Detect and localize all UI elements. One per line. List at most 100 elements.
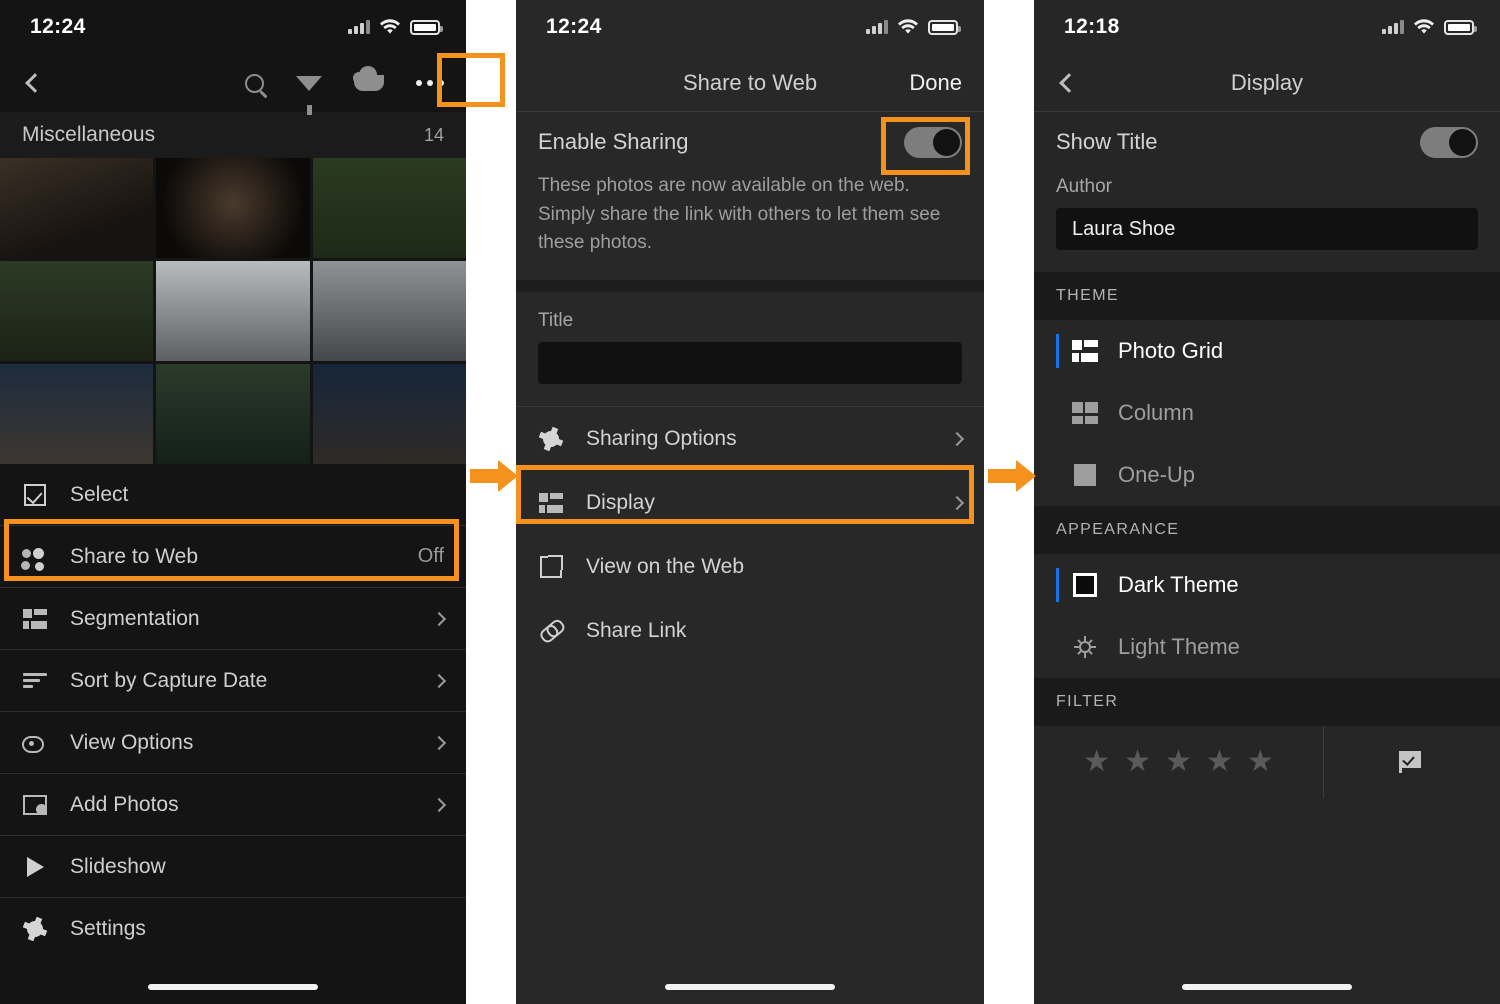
chevron-right-icon (431, 673, 447, 688)
home-indicator (148, 984, 318, 990)
section-heading-filter: FILTER (1034, 678, 1500, 726)
appearance-option-dark-theme[interactable]: Dark Theme (1034, 554, 1500, 616)
status-bar: 12:24 (516, 0, 984, 54)
one-up-icon (1070, 464, 1100, 486)
flag-filter[interactable] (1324, 751, 1500, 773)
star-5-icon[interactable]: ★ (1247, 747, 1274, 777)
photo-thumbnail[interactable] (156, 261, 310, 361)
menu-item-label: Add Photos (70, 792, 179, 816)
page-title: Display (1230, 69, 1304, 95)
status-time: 12:24 (546, 15, 602, 38)
menu-item-label: Settings (70, 917, 146, 940)
theme-option-label: Column (1118, 400, 1194, 425)
external-link-icon (538, 554, 564, 578)
menu-item-settings[interactable]: Settings (0, 898, 466, 960)
segmentation-icon (22, 608, 48, 629)
play-icon (22, 856, 48, 877)
photo-grid-icon (1070, 340, 1100, 362)
author-field-block: Author Laura Shoe (1034, 172, 1500, 272)
menu-item-view-on-the-web[interactable]: View on the Web (516, 535, 984, 599)
photo-thumbnail[interactable] (0, 261, 154, 361)
flag-check-icon[interactable] (1399, 751, 1425, 773)
menu-item-label: Sort by Capture Date (70, 668, 268, 692)
highlight-share-to-web-row (4, 519, 459, 581)
enable-sharing-description: These photos are now available on the we… (538, 175, 941, 253)
menu-item-label: Sharing Options (586, 426, 737, 450)
wifi-icon (898, 19, 918, 34)
menu-item-sharing-options[interactable]: Sharing Options (516, 407, 984, 471)
title-input[interactable] (538, 341, 962, 384)
chevron-right-icon (431, 735, 447, 750)
cellular-signal-icon (348, 20, 370, 34)
photo-thumbnail[interactable] (156, 364, 310, 464)
show-title-row[interactable]: Show Title (1056, 112, 1478, 172)
highlight-more-options-button (437, 53, 505, 107)
theme-option-one-up[interactable]: One-Up (1034, 444, 1500, 506)
menu-item-slideshow[interactable]: Slideshow (0, 836, 466, 898)
enable-sharing-label: Enable Sharing (538, 129, 689, 154)
photo-thumbnail[interactable] (156, 158, 310, 258)
nav-bar: Display (1034, 54, 1500, 112)
home-indicator (1182, 984, 1352, 990)
author-field-label: Author (1056, 176, 1112, 197)
theme-option-column[interactable]: Column (1034, 382, 1500, 444)
section-heading-appearance: APPEARANCE (1034, 506, 1500, 554)
menu-item-add-photos[interactable]: Add Photos (0, 774, 466, 836)
star-rating-filter[interactable]: ★ ★ ★ ★ ★ (1034, 726, 1324, 798)
star-4-icon[interactable]: ★ (1206, 747, 1233, 777)
cloud-icon[interactable] (353, 66, 384, 91)
star-3-icon[interactable]: ★ (1165, 747, 1192, 777)
done-button[interactable]: Done (909, 70, 962, 96)
photo-thumbnail[interactable] (312, 364, 466, 464)
sort-icon (22, 672, 48, 689)
menu-item-label: Slideshow (70, 854, 166, 878)
wifi-icon (380, 19, 400, 34)
wifi-icon (1414, 19, 1434, 34)
menu-item-select[interactable]: Select (0, 464, 466, 526)
appearance-option-light-theme[interactable]: Light Theme (1034, 616, 1500, 678)
menu-item-view-options[interactable]: View Options (0, 712, 466, 774)
title-field-label: Title (538, 309, 574, 331)
search-icon[interactable] (245, 73, 264, 93)
show-title-block: Show Title (1034, 112, 1500, 172)
author-input[interactable]: Laura Shoe (1056, 208, 1478, 250)
chevron-right-icon (949, 431, 965, 446)
selected-indicator (1056, 334, 1059, 368)
appearance-options: Dark Theme Light Theme (1034, 554, 1500, 678)
section-divider (516, 279, 984, 292)
star-2-icon[interactable]: ★ (1124, 747, 1151, 777)
menu-item-segmentation[interactable]: Segmentation (0, 588, 466, 650)
selected-indicator (1056, 568, 1059, 602)
sun-icon (1070, 636, 1100, 658)
theme-option-photo-grid[interactable]: Photo Grid (1034, 320, 1500, 382)
highlight-enable-sharing-toggle (881, 117, 970, 175)
status-bar: 12:18 (1034, 0, 1500, 54)
cellular-signal-icon (1382, 20, 1404, 34)
filter-icon[interactable] (296, 75, 322, 115)
theme-options: Photo Grid Column One-Up (1034, 320, 1500, 506)
title-field-block: Title (516, 292, 984, 407)
photo-thumbnail[interactable] (312, 158, 466, 258)
nav-tools (245, 66, 444, 115)
menu-item-sort-by-capture-date[interactable]: Sort by Capture Date (0, 650, 466, 712)
show-title-label: Show Title (1056, 129, 1158, 154)
menu-item-label: View on the Web (586, 554, 744, 578)
chevron-left-icon[interactable] (25, 73, 45, 93)
star-1-icon[interactable]: ★ (1083, 747, 1110, 777)
photo-thumbnail[interactable] (312, 261, 466, 361)
theme-option-label: Photo Grid (1118, 338, 1224, 363)
nav-bar (0, 54, 466, 115)
menu-item-share-link[interactable]: Share Link (516, 599, 984, 663)
chevron-right-icon (431, 797, 447, 812)
arrow-panel1-to-panel2 (470, 458, 518, 492)
menu-item-label: Segmentation (70, 606, 200, 630)
eye-options-icon (22, 734, 48, 753)
chevron-left-icon[interactable] (1059, 72, 1079, 93)
menu-item-label: View Options (70, 730, 194, 754)
select-checkbox-icon (22, 483, 48, 506)
panel-display-settings: 12:18 Display Show Title Author Laura Sh… (1034, 0, 1500, 1004)
photo-thumbnail[interactable] (0, 364, 154, 464)
chevron-right-icon (431, 611, 447, 626)
photo-thumbnail[interactable] (0, 158, 154, 258)
show-title-toggle[interactable] (1420, 126, 1478, 158)
